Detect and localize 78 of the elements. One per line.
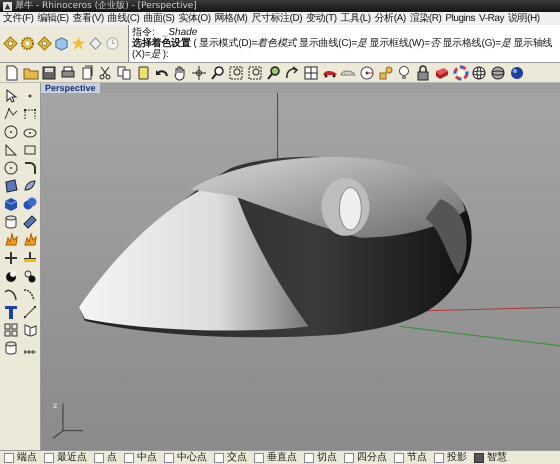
osnap-checkbox[interactable]: 端点 xyxy=(4,452,37,464)
osnap-checkbox[interactable]: 节点 xyxy=(394,452,427,464)
menu-item[interactable]: 说明(H) xyxy=(506,12,542,25)
diamond-icon[interactable] xyxy=(37,36,52,51)
cylinder-icon[interactable] xyxy=(3,340,19,356)
color-wheel-icon[interactable] xyxy=(452,64,468,80)
diamond-icon[interactable] xyxy=(3,36,18,51)
circle-icon[interactable] xyxy=(3,160,19,176)
circles-icon[interactable] xyxy=(22,268,38,284)
shaded-sphere-icon[interactable] xyxy=(490,64,506,80)
explode-icon[interactable] xyxy=(3,232,19,248)
osnap-checkbox[interactable]: 中点 xyxy=(124,452,157,464)
osnap-checkbox[interactable]: 点 xyxy=(94,452,117,464)
fillet-icon[interactable] xyxy=(22,160,38,176)
menu-item[interactable]: 分析(A) xyxy=(372,12,408,25)
copy-icon[interactable] xyxy=(116,64,132,80)
axis-label: z xyxy=(53,401,58,410)
command-prompt: 指令: xyxy=(132,27,155,38)
menu-item[interactable]: 尺寸标注(D) xyxy=(249,12,304,25)
mouse-model-drawing[interactable] xyxy=(78,156,472,338)
axis-indicator-icon xyxy=(52,403,84,439)
menu-item[interactable]: 渲染(R) xyxy=(408,12,444,25)
explode-icon[interactable] xyxy=(22,232,38,248)
box-icon[interactable] xyxy=(3,196,19,212)
z-axis-line xyxy=(277,93,278,162)
command-value: _Shade xyxy=(162,27,198,38)
text-icon[interactable] xyxy=(3,304,19,320)
save-icon[interactable] xyxy=(41,64,58,80)
four-viewports-icon[interactable] xyxy=(303,64,319,80)
menu-item[interactable]: 网格(M) xyxy=(212,12,250,25)
menu-item[interactable]: 查看(V) xyxy=(70,12,106,25)
control-points-icon[interactable] xyxy=(22,106,38,122)
menu-item[interactable]: 工具(L) xyxy=(338,12,373,25)
menu-item[interactable]: 曲面(S) xyxy=(141,12,176,25)
wireframe-sphere-icon[interactable] xyxy=(471,64,488,80)
osnap-checkbox[interactable]: 垂直点 xyxy=(254,452,297,464)
osnap-checkbox[interactable]: 切点 xyxy=(304,452,337,464)
cylinder-icon[interactable] xyxy=(3,214,19,230)
osnap-checkbox[interactable]: 智慧 xyxy=(474,452,507,464)
circle-icon[interactable] xyxy=(3,124,19,140)
grid-icon[interactable] xyxy=(3,322,19,338)
shapes-icon[interactable] xyxy=(378,64,394,80)
lock-icon[interactable] xyxy=(415,64,432,80)
sphere-icon[interactable] xyxy=(508,64,525,80)
target-icon[interactable] xyxy=(359,64,376,80)
command-area[interactable]: 指令: _Shade 选择着色设置 ( 显示模式(D)=着色模式 显示曲线(C)=是 显示框线(W)=否 显示格线(G)=是 显示轴线(X)=是 ): xyxy=(128,25,560,62)
command-options: 选择着色设置 ( 显示模式(D)=着色模式 显示曲线(C)=是 显示框线(W)=否 显示格线(G)=是 显示轴线(X)=是 ): xyxy=(132,38,557,60)
zoom-window-icon[interactable] xyxy=(246,64,263,80)
star-icon[interactable] xyxy=(71,36,86,51)
app-icon xyxy=(3,2,12,10)
zoom-icon[interactable] xyxy=(266,64,282,80)
menu-item[interactable]: 文件(F) xyxy=(1,12,36,25)
osnap-checkbox[interactable]: 中心点 xyxy=(164,452,207,464)
scissors-icon[interactable] xyxy=(97,64,114,80)
viewport-title[interactable]: Perspective xyxy=(41,83,100,93)
plane-icon[interactable] xyxy=(22,214,38,230)
osnap-checkbox[interactable]: 四分点 xyxy=(344,452,387,464)
crosshair-icon[interactable] xyxy=(190,64,207,80)
printer-icon[interactable] xyxy=(60,64,76,80)
menu-item[interactable]: V-Ray xyxy=(477,12,506,25)
menu-item[interactable]: 编辑(E) xyxy=(36,12,71,25)
osnap-checkbox[interactable]: 投影 xyxy=(434,452,467,464)
spheres-icon[interactable] xyxy=(22,196,38,212)
line-icon[interactable] xyxy=(22,304,38,320)
window-title: 犀牛 - Rhinoceros (企业版) - [Perspective] xyxy=(15,0,197,12)
triangle-icon[interactable] xyxy=(3,142,19,158)
gear-icon[interactable] xyxy=(20,36,35,51)
osnap-checkbox[interactable]: 最近点 xyxy=(44,452,87,464)
surface-icon[interactable] xyxy=(3,178,19,194)
zoom-icon[interactable] xyxy=(210,64,226,80)
rotate-view-icon[interactable] xyxy=(284,64,300,80)
menu-item[interactable]: 变动(T) xyxy=(304,12,339,25)
osnap-checkbox[interactable]: 交点 xyxy=(214,452,247,464)
menu-item[interactable]: 曲线(C) xyxy=(106,12,142,25)
polyline-icon[interactable] xyxy=(3,106,19,122)
menu-item[interactable]: 实体(O) xyxy=(176,12,213,25)
zoom-window-icon[interactable] xyxy=(228,64,244,80)
menu-item[interactable]: Plugins xyxy=(443,12,478,25)
